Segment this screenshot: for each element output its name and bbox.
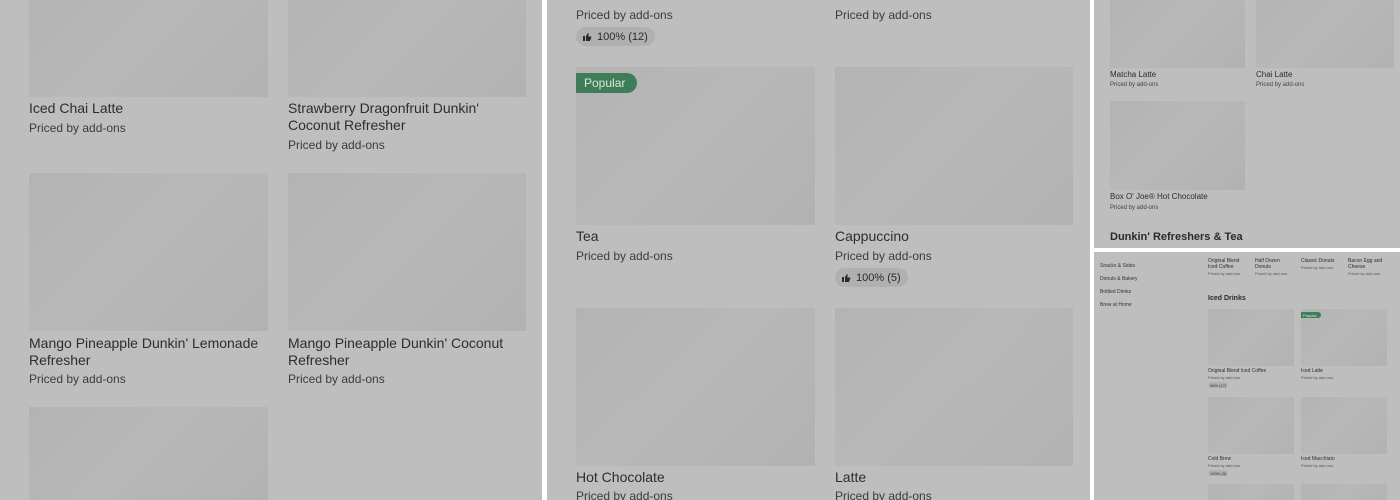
item-image[interactable]	[576, 308, 815, 466]
rating-pill: 100% (12)	[576, 27, 655, 46]
nav-item[interactable]: Donuts & Bakery	[1100, 276, 1138, 282]
rating-text: 100% (5)	[856, 271, 901, 284]
item-image[interactable]	[1208, 309, 1294, 366]
item-name[interactable]: Mango Pineapple Dunkin' Coconut	[288, 335, 503, 352]
item-name-line2[interactable]: Cheese	[1348, 264, 1365, 270]
item-name[interactable]: Iced Latte	[1301, 368, 1323, 374]
item-price: Priced by add-ons	[835, 249, 932, 263]
item-price: Priced by add-ons	[835, 8, 932, 22]
item-image[interactable]	[1110, 101, 1245, 190]
item-price: Priced by add-ons	[576, 249, 673, 263]
item-name[interactable]: Chai Latte	[1256, 70, 1292, 80]
item-name[interactable]: Original Blend Iced Coffee	[1208, 368, 1266, 374]
thumbs-up-icon	[583, 32, 592, 41]
item-image[interactable]	[288, 173, 526, 331]
item-name[interactable]: Matcha Latte	[1110, 70, 1156, 80]
item-image[interactable]	[1256, 0, 1394, 68]
item-image[interactable]	[1208, 397, 1294, 454]
item-image[interactable]	[29, 407, 268, 500]
item-price: Priced by add-ons	[1348, 271, 1381, 276]
item-name[interactable]: Mango Pineapple Dunkin' Lemonade	[29, 335, 258, 352]
nav-item[interactable]: Snacks & Sides	[1100, 263, 1135, 269]
item-price: Priced by add-ons	[288, 372, 385, 386]
menu-panel-1: Iced Chai Latte Priced by add-ons Strawb…	[0, 0, 542, 500]
item-price: Priced by add-ons	[576, 8, 673, 22]
item-image[interactable]	[29, 173, 268, 331]
rating-text: 100% (3)	[1210, 470, 1227, 476]
item-image[interactable]	[29, 0, 268, 97]
item-name[interactable]: Strawberry Dragonfruit Dunkin'	[288, 100, 479, 117]
menu-panel-4: Snacks & Sides Donuts & Bakery Bottled D…	[1094, 252, 1400, 500]
item-price: Priced by add-ons	[288, 138, 385, 152]
thumbs-up-icon	[842, 273, 851, 282]
nav-item[interactable]: Brew at Home	[1100, 302, 1132, 308]
rating-pill: 100% (5)	[835, 268, 908, 287]
menu-panel-3: Matcha Latte Priced by add-ons Chai Latt…	[1094, 0, 1400, 248]
item-price: Priced by add-ons	[1255, 271, 1288, 276]
item-image[interactable]	[835, 308, 1073, 466]
item-price: Priced by add-ons	[29, 372, 126, 386]
item-name[interactable]: Cappuccino	[835, 228, 909, 245]
item-image[interactable]	[835, 67, 1073, 225]
rating-pill: 100% (3)	[1208, 470, 1229, 476]
item-price: Priced by add-ons	[835, 489, 932, 500]
item-image[interactable]	[1301, 397, 1387, 454]
item-name[interactable]: Classic Donuts	[1301, 258, 1334, 264]
item-name-line2[interactable]: Refresher	[288, 352, 349, 369]
item-name-line2[interactable]: Coconut Refresher	[288, 117, 406, 134]
item-name[interactable]: Iced Chai Latte	[29, 100, 123, 117]
item-name[interactable]: Iced Macchiato	[1301, 456, 1335, 462]
item-price: Priced by add-ons	[29, 121, 126, 135]
popular-badge: Popular	[1301, 312, 1321, 318]
item-image[interactable]	[1301, 484, 1387, 500]
item-image[interactable]	[288, 0, 526, 97]
item-price: Priced by add-ons	[1208, 463, 1241, 468]
item-price: Priced by add-ons	[1301, 375, 1334, 380]
item-price: Priced by add-ons	[576, 489, 673, 500]
rating-text: 98% (17)	[1210, 382, 1227, 388]
rating-text: 100% (12)	[597, 30, 648, 43]
section-heading: Dunkin' Refreshers & Tea	[1110, 231, 1243, 243]
item-price: Priced by add-ons	[1301, 265, 1334, 270]
item-price: Priced by add-ons	[1256, 82, 1305, 88]
item-image[interactable]	[1208, 484, 1294, 500]
popular-badge: Popular	[576, 73, 638, 93]
item-name[interactable]: Hot Chocolate	[576, 469, 665, 486]
item-price: Priced by add-ons	[1110, 82, 1159, 88]
item-name[interactable]: Tea	[576, 228, 599, 245]
item-price: Priced by add-ons	[1208, 271, 1241, 276]
item-price: Priced by add-ons	[1208, 375, 1241, 380]
item-price: Priced by add-ons	[1110, 205, 1159, 211]
item-image[interactable]	[1110, 0, 1245, 68]
rating-pill: 98% (17)	[1208, 382, 1229, 388]
item-name-line2[interactable]: Iced Coffee	[1208, 264, 1233, 270]
item-name[interactable]: Cold Brew	[1208, 456, 1231, 462]
item-name[interactable]: Latte	[835, 469, 866, 486]
item-name-line2[interactable]: Refresher	[29, 352, 90, 369]
item-price: Priced by add-ons	[1301, 463, 1334, 468]
menu-panel-2: Priced by add-ons Priced by add-ons 100%…	[547, 0, 1090, 500]
item-name[interactable]: Box O' Joe® Hot Chocolate	[1110, 192, 1208, 202]
item-name-line2[interactable]: Donuts	[1255, 264, 1271, 270]
nav-item[interactable]: Bottled Drinks	[1100, 289, 1131, 295]
section-heading: Iced Drinks	[1208, 295, 1246, 302]
